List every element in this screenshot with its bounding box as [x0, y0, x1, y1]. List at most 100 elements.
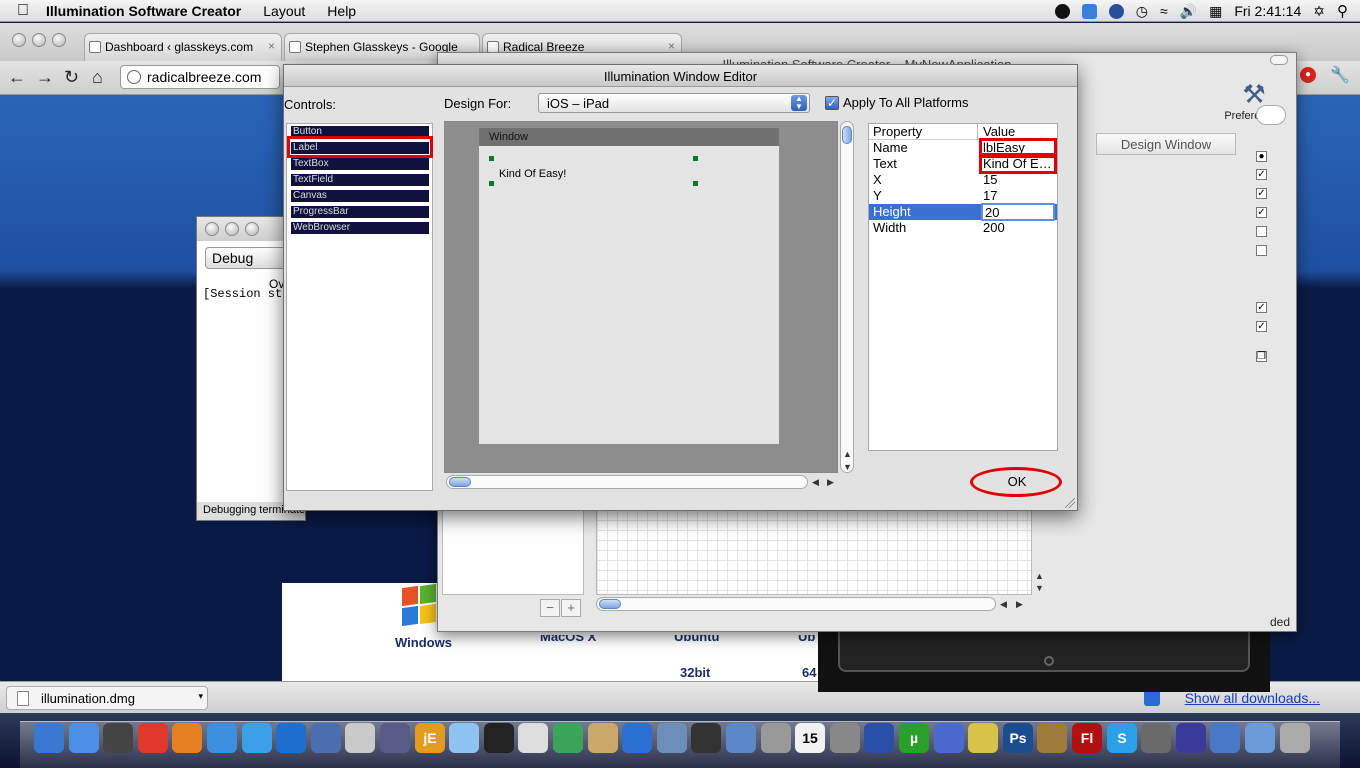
- utorrent-icon[interactable]: µ: [899, 723, 929, 753]
- crystal-icon[interactable]: [449, 723, 479, 753]
- capture-icon[interactable]: [1141, 723, 1171, 753]
- wrench-icon[interactable]: 🔧: [1330, 65, 1350, 85]
- tab-close-icon[interactable]: ×: [668, 39, 675, 53]
- checkbox-checked[interactable]: ✓: [1256, 188, 1267, 199]
- scroll-right-icon[interactable]: ▶: [827, 477, 834, 488]
- flash-icon[interactable]: Fl: [1072, 723, 1102, 753]
- resize-grip-icon[interactable]: [1065, 498, 1075, 508]
- control-item-progressbar[interactable]: ProgressBar: [291, 206, 429, 218]
- adblock-icon[interactable]: ●: [1300, 67, 1316, 83]
- menu-help[interactable]: Help: [327, 3, 356, 19]
- duplicate-icon[interactable]: ❐: [1256, 351, 1267, 362]
- property-row-y[interactable]: Y 17: [869, 188, 1057, 204]
- plane-icon[interactable]: [968, 723, 998, 753]
- zoom-icon[interactable]: [245, 222, 259, 236]
- property-row-x[interactable]: X 15: [869, 172, 1057, 188]
- tab-dashboard[interactable]: Dashboard ‹ glasskeys.com ×: [84, 33, 282, 61]
- time-machine-icon[interactable]: ◷: [1136, 3, 1148, 20]
- back-icon[interactable]: ←: [8, 67, 26, 88]
- preview-icon[interactable]: [726, 723, 756, 753]
- canvas-window-title[interactable]: Window: [479, 128, 779, 146]
- facetime-icon[interactable]: [553, 723, 583, 753]
- design-window-button[interactable]: Design Window: [1096, 133, 1236, 155]
- show-all-downloads-link[interactable]: Show all downloads...: [1185, 690, 1320, 706]
- system-prefs-icon[interactable]: [830, 723, 860, 753]
- apple-menu-icon[interactable]: : [0, 2, 46, 20]
- windows-logo-icon[interactable]: [398, 583, 438, 633]
- textedit-icon[interactable]: [518, 723, 548, 753]
- backup-icon[interactable]: [1108, 3, 1124, 19]
- download-item[interactable]: illumination.dmg ▾: [6, 686, 208, 710]
- property-row-height[interactable]: Height 20: [869, 203, 1057, 221]
- folder-icon[interactable]: [1245, 723, 1275, 753]
- mask-icon[interactable]: [1037, 723, 1067, 753]
- grid-vertical-scrollbar[interactable]: ▲ ▼: [1033, 509, 1045, 595]
- apply-all-checkbox[interactable]: ✓: [825, 95, 839, 110]
- app-store-icon[interactable]: [69, 723, 99, 753]
- scroll-thumb[interactable]: [599, 599, 621, 609]
- dashboard-icon[interactable]: [103, 723, 133, 753]
- spotlight-icon[interactable]: ⚲: [1337, 2, 1348, 20]
- dropbox-icon[interactable]: [1081, 3, 1097, 19]
- add-button[interactable]: +: [561, 599, 581, 617]
- checkbox-checked[interactable]: ✓: [1256, 302, 1267, 313]
- photoshop-icon[interactable]: Ps: [1003, 723, 1033, 753]
- calculator-icon[interactable]: [761, 723, 791, 753]
- stack-icon[interactable]: [1210, 723, 1240, 753]
- eagle-icon[interactable]: [864, 723, 894, 753]
- height-value-input[interactable]: 20: [981, 203, 1055, 221]
- scroll-up-icon[interactable]: ▲: [843, 449, 852, 459]
- property-value[interactable]: 17: [983, 188, 1057, 203]
- resize-handle[interactable]: [693, 156, 698, 161]
- zoom-icon[interactable]: [52, 33, 66, 47]
- menu-layout[interactable]: Layout: [263, 3, 305, 19]
- bit-label-32[interactable]: 32bit: [680, 665, 710, 680]
- itunes-icon[interactable]: [622, 723, 652, 753]
- scroll-down-icon[interactable]: ▼: [843, 462, 852, 472]
- menu-clock[interactable]: Fri 2:41:14: [1234, 3, 1301, 19]
- os-label-windows[interactable]: Windows: [395, 635, 452, 650]
- scroll-left-icon[interactable]: ◀: [1000, 599, 1007, 610]
- remove-button[interactable]: −: [540, 599, 560, 617]
- resize-handle[interactable]: [693, 181, 698, 186]
- platform-select[interactable]: iOS – iPad ▲ ▼: [538, 93, 810, 113]
- scroll-right-icon[interactable]: ▶: [1016, 599, 1023, 610]
- chrome-icon[interactable]: [138, 723, 168, 753]
- xcode-icon[interactable]: [311, 723, 341, 753]
- control-item-textbox[interactable]: TextBox: [291, 158, 429, 170]
- grid-horizontal-scrollbar[interactable]: [596, 597, 996, 611]
- apply-all-platforms[interactable]: ✓ Apply To All Platforms: [825, 95, 968, 110]
- property-value[interactable]: 200: [983, 220, 1057, 235]
- scroll-thumb[interactable]: [842, 126, 852, 144]
- control-item-canvas[interactable]: Canvas: [291, 190, 429, 202]
- property-row-width[interactable]: Width 200: [869, 220, 1057, 236]
- canvas-horizontal-scrollbar[interactable]: [446, 475, 808, 489]
- property-value[interactable]: 15: [983, 172, 1057, 187]
- resize-handle[interactable]: [489, 156, 494, 161]
- ical-icon[interactable]: 15: [795, 723, 825, 753]
- debug-mode-select[interactable]: Debug: [205, 247, 295, 269]
- design-canvas[interactable]: Window Kind Of Easy!: [444, 121, 838, 473]
- jedit-icon[interactable]: jE: [415, 723, 445, 753]
- trash-icon[interactable]: [1280, 723, 1310, 753]
- checkbox-checked[interactable]: ✓: [1256, 321, 1267, 332]
- ie-icon[interactable]: [276, 723, 306, 753]
- toolbar-toggle-icon[interactable]: [1270, 55, 1288, 65]
- reload-icon[interactable]: ↻: [64, 67, 79, 88]
- scroll-down-icon[interactable]: ▼: [1035, 583, 1044, 593]
- iphoto-icon[interactable]: [657, 723, 687, 753]
- ichat-icon[interactable]: [207, 723, 237, 753]
- firefox-icon[interactable]: [172, 723, 202, 753]
- status-dark-icon[interactable]: [1054, 3, 1070, 19]
- address-book-icon[interactable]: [588, 723, 618, 753]
- sync-icon[interactable]: ✡: [1313, 3, 1325, 20]
- canvas-vertical-scrollbar[interactable]: [840, 121, 854, 473]
- chess-icon[interactable]: [380, 723, 410, 753]
- checkbox-unchecked[interactable]: [1256, 245, 1267, 256]
- checkbox-unchecked[interactable]: [1256, 226, 1267, 237]
- wifi-icon[interactable]: ≈: [1160, 3, 1168, 19]
- chevron-down-icon[interactable]: ▾: [198, 691, 203, 702]
- control-item-webbrowser[interactable]: WebBrowser: [291, 222, 429, 234]
- home-button-icon[interactable]: [1044, 656, 1054, 666]
- address-bar[interactable]: radicalbreeze.com: [120, 65, 280, 89]
